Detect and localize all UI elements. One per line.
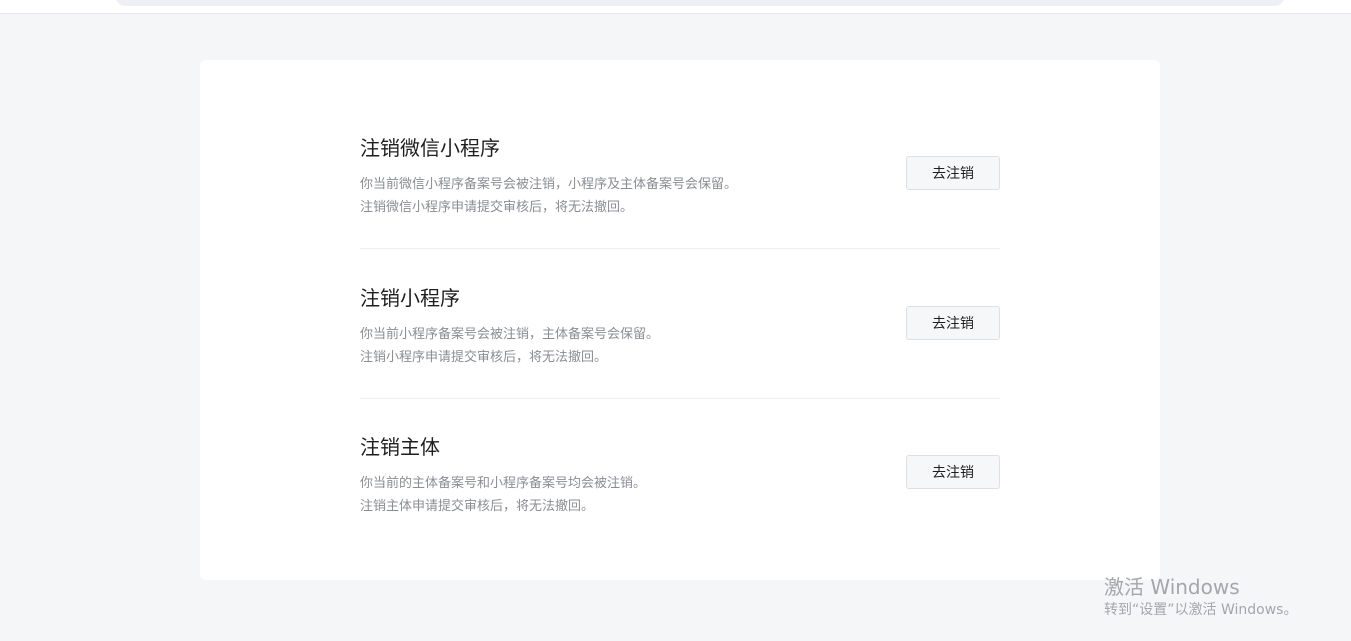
- top-bar: [0, 0, 1351, 14]
- section-title: 注销小程序: [360, 286, 460, 310]
- section-description-line-2: 注销微信小程序申请提交审核后，将无法撤回。: [360, 200, 634, 215]
- section-divider: [360, 398, 1000, 399]
- watermark-title: 激活 Windows: [1104, 575, 1240, 599]
- section-description-line-2: 注销小程序申请提交审核后，将无法撤回。: [360, 350, 608, 365]
- deregister-card: 注销微信小程序 你当前微信小程序备案号会被注销，小程序及主体备案号会保留。 注销…: [200, 60, 1160, 580]
- section-title: 注销微信小程序: [360, 136, 500, 160]
- top-search-bar[interactable]: [116, 0, 1284, 6]
- deregister-wechat-miniprogram-button[interactable]: 去注销: [906, 156, 1000, 190]
- section-description-line-1: 你当前的主体备案号和小程序备案号均会被注销。: [360, 476, 647, 491]
- watermark-subtitle: 转到“设置”以激活 Windows。: [1104, 602, 1298, 618]
- section-deregister-wechat-miniprogram: 注销微信小程序 你当前微信小程序备案号会被注销，小程序及主体备案号会保留。 注销…: [360, 134, 1000, 224]
- section-description-line-1: 你当前小程序备案号会被注销，主体备案号会保留。: [360, 327, 660, 342]
- section-deregister-entity: 注销主体 你当前的主体备案号和小程序备案号均会被注销。 注销主体申请提交审核后，…: [360, 433, 1000, 523]
- section-title: 注销主体: [360, 435, 440, 459]
- section-deregister-miniprogram: 注销小程序 你当前小程序备案号会被注销，主体备案号会保留。 注销小程序申请提交审…: [360, 284, 1000, 374]
- deregister-miniprogram-button[interactable]: 去注销: [906, 306, 1000, 340]
- section-divider: [360, 248, 1000, 249]
- section-description-line-1: 你当前微信小程序备案号会被注销，小程序及主体备案号会保留。: [360, 177, 738, 192]
- windows-activation-watermark: 激活 Windows 转到“设置”以激活 Windows。: [1104, 574, 1297, 620]
- deregister-entity-button[interactable]: 去注销: [906, 455, 1000, 489]
- section-description-line-2: 注销主体申请提交审核后，将无法撤回。: [360, 499, 595, 514]
